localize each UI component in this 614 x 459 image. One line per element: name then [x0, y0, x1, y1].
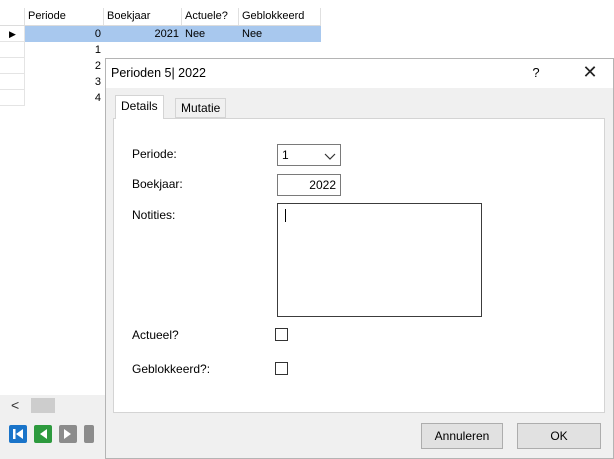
window-top-strip	[0, 0, 614, 8]
previous-record-icon[interactable]	[34, 425, 52, 443]
periode-select[interactable]: 1	[277, 144, 341, 166]
boekjaar-field[interactable]: 2022	[277, 174, 341, 196]
column-header-actuele[interactable]: Actuele?	[182, 8, 239, 25]
first-record-icon[interactable]	[9, 425, 27, 443]
boekjaar-label: Boekjaar:	[132, 177, 183, 191]
geblokkeerd-checkbox[interactable]	[275, 362, 288, 375]
row-indicator	[0, 90, 25, 106]
cell-geblokkeerd[interactable]: Nee	[239, 26, 321, 42]
close-icon[interactable]: ✕	[578, 62, 602, 83]
cancel-button[interactable]: Annuleren	[421, 423, 503, 449]
row-indicator	[0, 42, 25, 58]
table-row[interactable]: 1	[0, 42, 321, 58]
horizontal-scrollbar[interactable]: <	[5, 397, 105, 414]
cell-periode[interactable]: 2	[25, 58, 104, 74]
row-indicator	[0, 58, 25, 74]
grid-header: Periode Boekjaar Actuele? Geblokkeerd	[0, 8, 321, 26]
last-record-icon[interactable]	[84, 425, 94, 443]
grid-corner	[0, 8, 25, 25]
geblokkeerd-label: Geblokkeerd?:	[132, 362, 211, 376]
dialog-title: Perioden 5| 2022	[111, 66, 206, 80]
next-record-icon[interactable]	[59, 425, 77, 443]
cell-boekjaar[interactable]: 2021	[104, 26, 182, 42]
column-header-periode[interactable]: Periode	[25, 8, 104, 25]
scroll-left-arrow-icon[interactable]: <	[11, 397, 19, 414]
actueel-label: Actueel?	[132, 328, 179, 342]
perioden-dialog: Perioden 5| 2022 ? ✕ Details Mutatie Per…	[105, 58, 614, 459]
cell-periode[interactable]: 0	[25, 26, 104, 42]
column-header-boekjaar[interactable]: Boekjaar	[104, 8, 182, 25]
notities-label: Notities:	[132, 208, 176, 222]
chevron-down-icon[interactable]	[324, 150, 336, 164]
text-caret	[285, 209, 286, 222]
cell-periode[interactable]: 4	[25, 90, 104, 106]
cell-periode[interactable]: 1	[25, 42, 104, 58]
current-row-indicator-icon: ▶	[0, 26, 25, 42]
table-row[interactable]: ▶ 0 2021 Nee Nee	[0, 26, 321, 42]
tab-mutatie[interactable]: Mutatie	[175, 98, 227, 118]
tab-details[interactable]: Details	[115, 95, 164, 119]
row-indicator	[0, 74, 25, 90]
periode-label: Periode:	[132, 147, 177, 161]
help-button[interactable]: ?	[526, 65, 546, 80]
cell-periode[interactable]: 3	[25, 74, 104, 90]
cell-actuele[interactable]: Nee	[182, 26, 239, 42]
periode-select-value: 1	[282, 148, 289, 162]
ok-button[interactable]: OK	[517, 423, 601, 449]
dialog-titlebar[interactable]: Perioden 5| 2022 ? ✕	[106, 59, 613, 88]
details-panel: Periode: 1 Boekjaar: 2022 Notities: Actu…	[113, 118, 605, 413]
notities-textarea[interactable]	[277, 203, 482, 317]
scrollbar-thumb[interactable]	[31, 398, 55, 413]
actueel-checkbox[interactable]	[275, 328, 288, 341]
column-header-geblokkeerd[interactable]: Geblokkeerd	[239, 8, 321, 25]
